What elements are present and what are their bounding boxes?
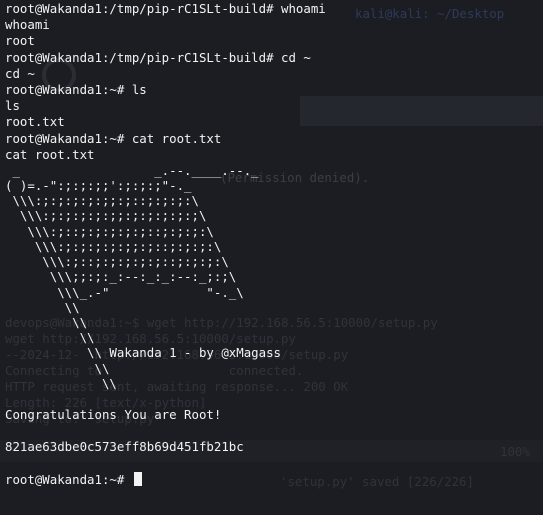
terminal-line: root@Wakanda1:/tmp/pip-rC1SLt-build# who… [5,1,326,16]
terminal-line: root@Wakanda1:~# cat root.txt [5,130,222,146]
terminal-line: whoami [5,17,50,33]
terminal-output: root@Wakanda1:/tmp/pip-rC1SLt-build# who… [5,1,540,488]
terminal-window[interactable]: kali@kali: ~/Desktop (Permission denied)… [0,0,543,515]
terminal-line: root@Wakanda1:~# ls [5,81,147,97]
terminal-line: cd ~ [5,65,35,81]
terminal-line: cat root.txt [5,146,95,162]
terminal-line: ls [5,98,20,114]
terminal-line: root [5,33,35,49]
text-cursor[interactable] [133,471,142,486]
wakanda-ascii-art: _ _.--.____.--._ ( )=.-":;:;:;;':;:;:;"-… [5,162,282,391]
terminal-line: root@Wakanda1:/tmp/pip-rC1SLt-build# cd … [5,49,311,65]
root-flag: 821ae63dbe0c573eff8b69d451fb21bc [5,439,244,455]
command-prompt-line[interactable]: root@Wakanda1:~# [5,471,540,488]
congrats-message: Congratulations You are Root! [5,407,222,423]
prompt-text: root@Wakanda1:~# [5,471,132,487]
terminal-line: root.txt [5,114,65,130]
